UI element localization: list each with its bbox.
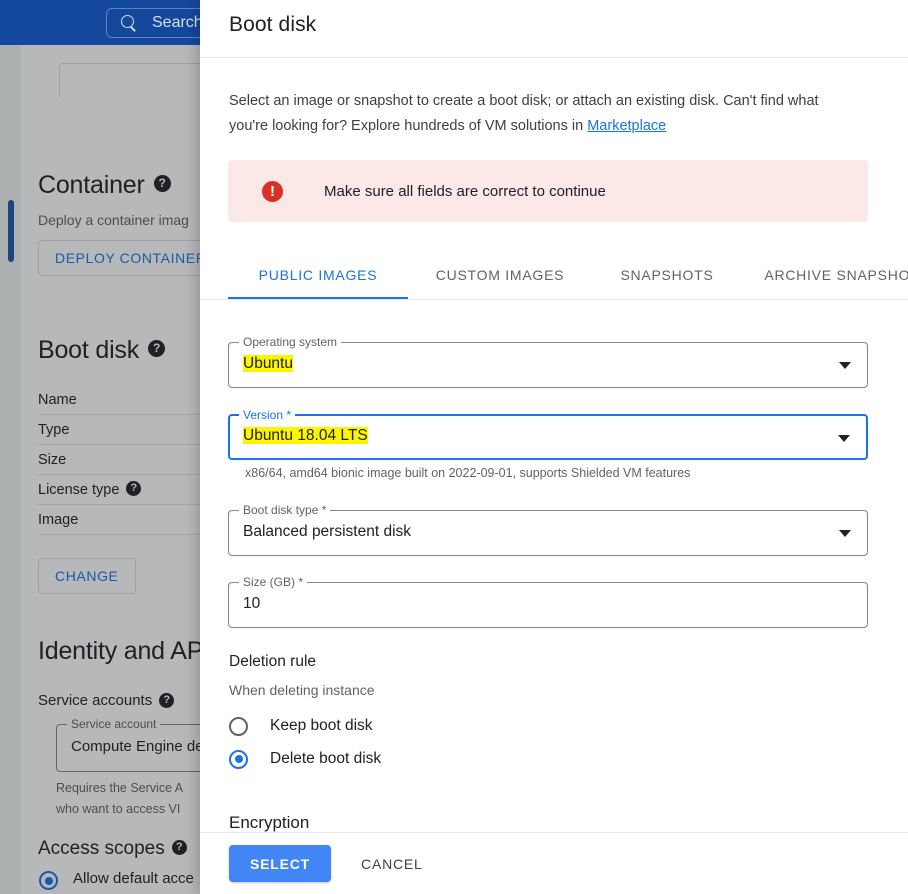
validation-alert: Make sure all fields are correct to cont… xyxy=(228,160,868,222)
boot-disk-dialog: Boot disk Select an image or snapshot to… xyxy=(200,0,908,894)
keep-boot-disk-radio[interactable] xyxy=(229,716,248,736)
version-help-text: x86/64, amd64 bionic image built on 2022… xyxy=(245,466,691,480)
chevron-down-icon[interactable] xyxy=(838,435,850,442)
operating-system-label: Operating system xyxy=(239,335,342,349)
encryption-title: Encryption xyxy=(229,813,310,832)
dialog-description: Select an image or snapshot to create a … xyxy=(229,89,859,139)
keep-boot-disk-label: Keep boot disk xyxy=(270,717,373,734)
dialog-body: Select an image or snapshot to create a … xyxy=(200,58,908,832)
select-button[interactable]: SELECT xyxy=(229,845,332,882)
tab-archive-snapshots[interactable]: ARCHIVE SNAPSHOTS xyxy=(742,254,908,300)
image-source-tabs: PUBLIC IMAGES CUSTOM IMAGES SNAPSHOTS AR… xyxy=(228,254,908,301)
size-gb-value: 10 xyxy=(243,595,261,612)
size-gb-label: Size (GB) * xyxy=(239,575,308,589)
dialog-title: Boot disk xyxy=(229,13,317,36)
operating-system-value: Ubuntu xyxy=(243,355,293,372)
boot-disk-type-value: Balanced persistent disk xyxy=(243,523,412,540)
deletion-rule-subtitle: When deleting instance xyxy=(229,682,375,698)
search-icon xyxy=(121,14,138,32)
delete-boot-disk-label: Delete boot disk xyxy=(270,750,382,767)
tabs-underline xyxy=(200,299,908,300)
screen-root: Search Container? Deploy a container ima… xyxy=(0,0,908,894)
tab-custom-images[interactable]: CUSTOM IMAGES xyxy=(408,254,592,300)
delete-boot-disk-option[interactable]: Delete boot disk xyxy=(229,747,381,771)
cancel-button[interactable]: CANCEL xyxy=(353,845,431,882)
tab-snapshots[interactable]: SNAPSHOTS xyxy=(592,254,742,300)
chevron-down-icon[interactable] xyxy=(839,362,851,369)
error-icon xyxy=(262,180,283,202)
chevron-down-icon[interactable] xyxy=(839,530,851,537)
keep-boot-disk-option[interactable]: Keep boot disk xyxy=(229,714,373,738)
tab-public-images[interactable]: PUBLIC IMAGES xyxy=(228,254,408,300)
deletion-rule-title: Deletion rule xyxy=(229,653,317,670)
boot-disk-type-label: Boot disk type * xyxy=(239,503,331,517)
search-placeholder-text: Search xyxy=(152,14,203,31)
marketplace-link[interactable]: Marketplace xyxy=(587,118,666,134)
validation-alert-text: Make sure all fields are correct to cont… xyxy=(324,182,606,200)
dialog-description-text: Select an image or snapshot to create a … xyxy=(229,93,819,134)
version-value: Ubuntu 18.04 LTS xyxy=(243,427,368,444)
version-label: Version * xyxy=(239,408,296,422)
boot-disk-type-select[interactable]: Boot disk type * Balanced persistent dis… xyxy=(228,503,868,556)
dialog-action-bar: SELECT CANCEL xyxy=(200,833,908,894)
operating-system-select[interactable]: Operating system Ubuntu xyxy=(228,335,868,388)
size-gb-input[interactable]: Size (GB) * 10 xyxy=(228,575,868,628)
version-select[interactable]: Version * Ubuntu 18.04 LTS xyxy=(228,408,868,460)
delete-boot-disk-radio[interactable] xyxy=(229,749,248,769)
